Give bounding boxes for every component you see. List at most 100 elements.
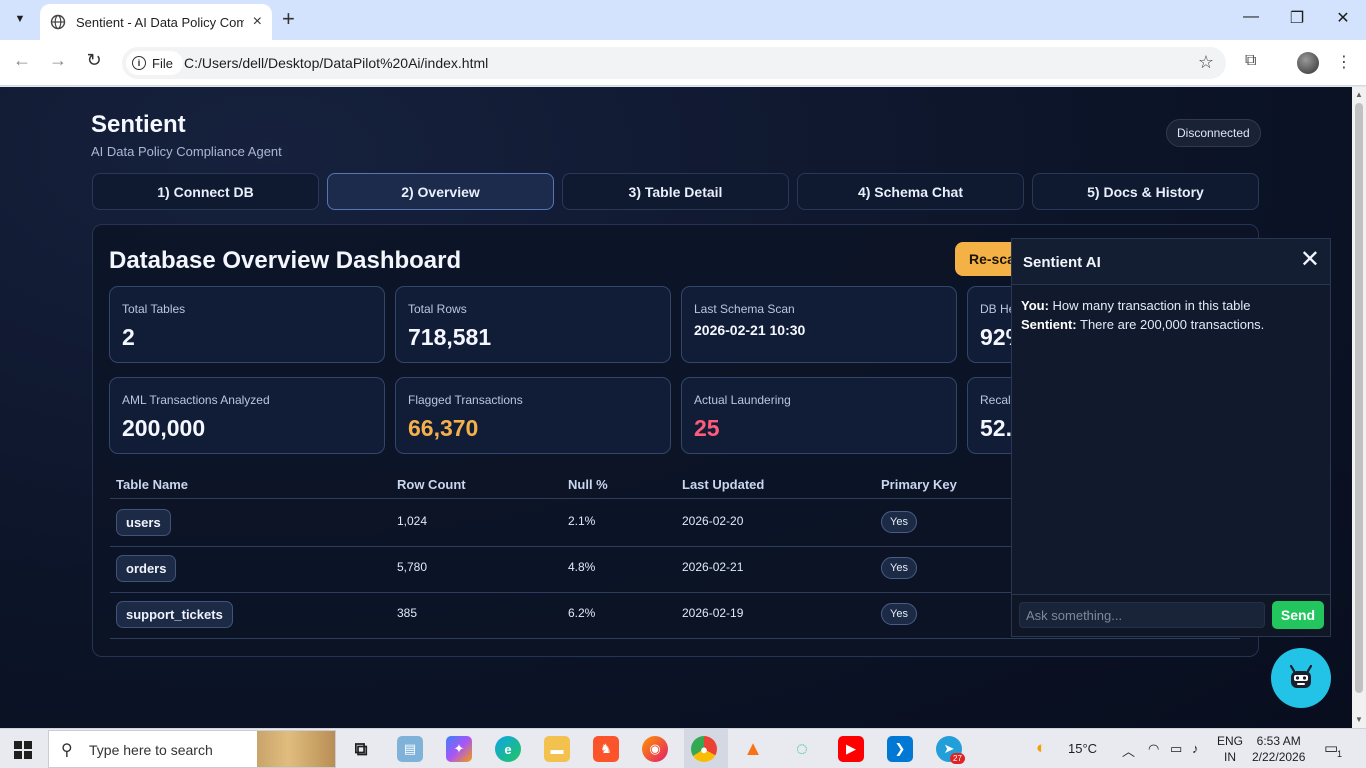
tray-overflow-icon[interactable]: ︿ — [1122, 741, 1135, 760]
chat-title: Sentient AI — [1023, 254, 1101, 271]
app-vlc-icon[interactable]: ▲ — [740, 736, 766, 762]
app-youtube-icon[interactable]: ▶ — [838, 736, 864, 762]
profile-avatar[interactable] — [1297, 52, 1319, 74]
stat-value: 2026-02-21 10:30 — [694, 322, 806, 338]
message-text: How many transaction in this table — [1052, 298, 1251, 313]
table-name-chip[interactable]: support_tickets — [116, 601, 233, 628]
col-header-primary-key: Primary Key — [881, 477, 957, 492]
chat-input[interactable] — [1019, 602, 1265, 628]
message-speaker: You: — [1021, 298, 1049, 313]
null-pct-cell: 4.8% — [568, 560, 596, 574]
stat-value: 718,581 — [408, 324, 492, 350]
stat-label: Recall — [980, 393, 1014, 407]
clock-date: 2/22/2026 — [1252, 750, 1306, 764]
stat-value: 200,000 — [122, 415, 206, 441]
task-view-icon[interactable]: ⧉ — [348, 736, 374, 762]
message-speaker: Sentient: — [1021, 317, 1077, 332]
tab-schema-chat[interactable]: 4) Schema Chat — [797, 173, 1024, 210]
windows-start-icon[interactable] — [14, 741, 32, 759]
stat-label: AML Transactions Analyzed — [122, 393, 270, 407]
tab-overview[interactable]: 2) Overview — [327, 173, 554, 210]
app-vscode-icon[interactable]: ❯ — [887, 736, 913, 762]
page-content: Sentient AI Data Policy Compliance Agent… — [0, 87, 1352, 728]
table-name-chip[interactable]: users — [116, 509, 171, 536]
chat-log: You: How many transaction in this table … — [1021, 296, 1321, 334]
stat-card-actual-laundering: Actual Laundering 25 — [681, 377, 957, 454]
reload-icon[interactable]: ↻ — [81, 50, 107, 71]
col-header-last-updated: Last Updated — [682, 477, 765, 492]
table-divider — [110, 638, 1240, 639]
last-updated-cell: 2026-02-21 — [682, 560, 744, 574]
app-firefox-icon[interactable]: ◉ — [642, 736, 668, 762]
wifi-icon[interactable]: ◠ — [1148, 741, 1159, 757]
forward-icon[interactable]: → — [45, 50, 71, 71]
tab-connect-db[interactable]: 1) Connect DB — [92, 173, 319, 210]
restore-icon[interactable]: ❐ — [1274, 8, 1320, 28]
primary-key-badge: Yes — [881, 511, 917, 533]
browser-tab-strip: ▼ Sentient - AI Data Policy Compl × + — … — [0, 0, 1366, 40]
col-header-null-pct: Null % — [568, 477, 608, 492]
new-tab-button[interactable]: + — [282, 8, 295, 30]
chat-message: Sentient: There are 200,000 transactions… — [1021, 315, 1321, 334]
clock-time: 6:53 AM — [1256, 734, 1301, 748]
telegram-unread-badge: 27 — [950, 753, 965, 764]
table-name-chip[interactable]: orders — [116, 555, 177, 582]
app-copilot-icon[interactable]: ✦ — [446, 736, 472, 762]
bookmark-star-icon[interactable]: ☆ — [1198, 52, 1214, 73]
chat-footer: Send — [1012, 594, 1330, 636]
stat-value: 2 — [122, 324, 135, 350]
chat-message: You: How many transaction in this table — [1021, 296, 1321, 315]
stat-card-total-rows: Total Rows 718,581 — [395, 286, 671, 363]
url-text[interactable]: C:/Users/dell/Desktop/DataPilot%20Ai/ind… — [184, 55, 488, 71]
app-brave-icon[interactable]: ♞ — [593, 736, 619, 762]
message-text: There are 200,000 transactions. — [1080, 317, 1265, 332]
tab-search-icon[interactable]: ▼ — [8, 7, 32, 31]
close-window-icon[interactable]: ✕ — [1320, 8, 1366, 28]
tab-close-icon[interactable]: × — [253, 13, 262, 31]
page-scrollbar[interactable]: ▲ ▼ — [1352, 87, 1366, 728]
address-bar[interactable]: i File C:/Users/dell/Desktop/DataPilot%2… — [122, 47, 1226, 79]
robot-icon — [1289, 664, 1313, 688]
brand-title: Sentient — [91, 111, 186, 138]
scroll-down-icon[interactable]: ▼ — [1355, 715, 1363, 724]
stat-label: Total Tables — [122, 302, 186, 316]
back-icon[interactable]: ← — [9, 50, 35, 71]
app-file-explorer-icon[interactable]: ▬ — [544, 736, 570, 762]
brand-subtitle: AI Data Policy Compliance Agent — [91, 144, 282, 159]
scroll-thumb[interactable] — [1355, 103, 1363, 693]
browser-tab[interactable]: Sentient - AI Data Policy Compl × — [40, 4, 272, 40]
more-menu-icon[interactable]: ⋮ — [1336, 52, 1352, 72]
close-icon[interactable]: ✕ — [1300, 248, 1320, 272]
stat-card-aml-analyzed: AML Transactions Analyzed 200,000 — [109, 377, 385, 454]
input-language[interactable]: ENG IN — [1217, 733, 1243, 765]
row-count-cell: 5,780 — [397, 560, 428, 574]
primary-key-badge: Yes — [881, 603, 917, 625]
stat-value: 25 — [694, 415, 720, 441]
battery-icon[interactable]: ▭ — [1170, 741, 1182, 757]
search-highlight-image — [257, 731, 335, 767]
weather-icon[interactable]: ◐ — [1036, 738, 1046, 758]
assistant-launcher-button[interactable] — [1271, 648, 1331, 708]
stat-card-total-tables: Total Tables 2 — [109, 286, 385, 363]
extensions-icon[interactable]: ⧉ — [1245, 52, 1256, 70]
weather-temperature[interactable]: 15°C — [1068, 741, 1097, 756]
windows-taskbar: ⚲ Type here to search ⧉ ▤ ✦ e ▬ ♞ ◉ ● ▲ … — [0, 728, 1366, 768]
app-notepad-icon[interactable]: ▤ — [397, 736, 423, 762]
system-clock[interactable]: 6:53 AM 2/22/2026 — [1252, 733, 1305, 765]
app-chrome-icon[interactable]: ● — [691, 736, 717, 762]
site-info-chip[interactable]: i File — [126, 51, 183, 75]
volume-icon[interactable]: ♪ — [1192, 741, 1199, 756]
row-count-cell: 385 — [397, 606, 418, 620]
browser-toolbar: ← → ↻ i File C:/Users/dell/Desktop/DataP… — [0, 40, 1366, 86]
send-button[interactable]: Send — [1272, 601, 1324, 629]
app-edge-icon[interactable]: e — [495, 736, 521, 762]
minimize-icon[interactable]: — — [1228, 8, 1274, 26]
info-icon: i — [132, 56, 146, 70]
scroll-up-icon[interactable]: ▲ — [1355, 90, 1363, 99]
taskbar-search[interactable]: ⚲ Type here to search — [48, 730, 336, 768]
dashboard-title: Database Overview Dashboard — [109, 247, 462, 274]
app-wave-icon[interactable]: ◌ — [789, 736, 815, 762]
stat-card-last-scan: Last Schema Scan 2026-02-21 10:30 — [681, 286, 957, 363]
tab-table-detail[interactable]: 3) Table Detail — [562, 173, 789, 210]
tab-docs-history[interactable]: 5) Docs & History — [1032, 173, 1259, 210]
